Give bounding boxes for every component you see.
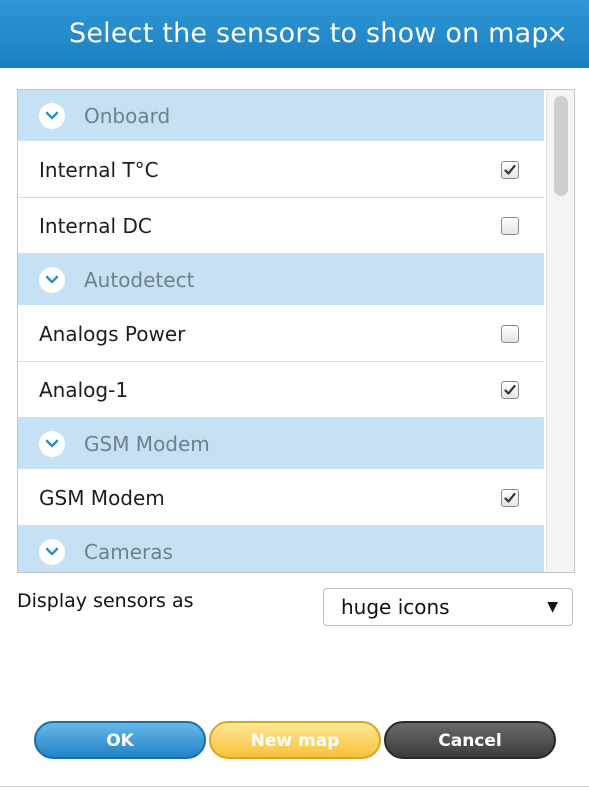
group-label: Autodetect xyxy=(84,267,195,292)
display-mode-select[interactable]: huge icons ▼ xyxy=(323,588,573,626)
display-mode-value: huge icons xyxy=(341,595,450,619)
sensor-row[interactable]: GSM Modem xyxy=(18,470,544,526)
sensor-select-dialog: Select the sensors to show on map × Onbo… xyxy=(0,0,589,790)
sensor-label: GSM Modem xyxy=(39,485,165,510)
ok-button[interactable]: OK xyxy=(34,721,206,759)
sensor-label: Internal DC xyxy=(39,213,152,238)
dialog-header: Select the sensors to show on map × xyxy=(0,0,589,68)
sensor-row[interactable]: Analog-1 xyxy=(18,362,544,418)
checkmark-icon xyxy=(504,164,516,175)
checkmark-icon xyxy=(504,492,516,503)
sensor-label: Internal T°C xyxy=(39,157,159,182)
vertical-scrollbar[interactable] xyxy=(546,90,574,572)
dropdown-arrow-icon: ▼ xyxy=(547,599,558,615)
checkmark-icon xyxy=(504,384,516,395)
sensor-checkbox-checked[interactable] xyxy=(501,380,519,399)
sensor-checkbox-checked[interactable] xyxy=(501,488,519,507)
sensor-label: Analogs Power xyxy=(39,321,186,346)
sensor-row[interactable]: Internal DC xyxy=(18,198,544,254)
group-row[interactable]: GSM Modem xyxy=(18,418,544,470)
sensor-list-content: Onboard Internal T°C Internal DC Autodetect… xyxy=(18,90,544,572)
chevron-down-circle-icon[interactable] xyxy=(39,538,65,565)
chevron-down-circle-icon[interactable] xyxy=(39,266,65,293)
sensor-row[interactable]: Analogs Power xyxy=(18,306,544,362)
chevron-down-circle-icon[interactable] xyxy=(39,102,65,129)
sensor-label: Analog-1 xyxy=(39,377,129,402)
bottom-divider xyxy=(0,786,589,787)
sensor-list[interactable]: Onboard Internal T°C Internal DC Autodetect… xyxy=(17,89,575,573)
sensor-row[interactable]: Internal T°C xyxy=(18,142,544,198)
chevron-down-circle-icon[interactable] xyxy=(39,430,65,457)
group-row[interactable]: Autodetect xyxy=(18,254,544,306)
new-map-button[interactable]: New map xyxy=(209,721,381,759)
cancel-button[interactable]: Cancel xyxy=(384,721,556,759)
group-row[interactable]: Onboard xyxy=(18,90,544,142)
dialog-title: Select the sensors to show on map xyxy=(69,18,549,49)
group-label: GSM Modem xyxy=(84,431,210,456)
sensor-checkbox[interactable] xyxy=(501,324,519,343)
sensor-checkbox-checked[interactable] xyxy=(501,160,519,179)
close-icon[interactable]: × xyxy=(543,0,571,68)
sensor-checkbox[interactable] xyxy=(501,216,519,235)
scrollbar-thumb[interactable] xyxy=(554,96,568,196)
group-row[interactable]: Cameras xyxy=(18,526,544,572)
display-sensors-label: Display sensors as xyxy=(17,590,194,612)
group-label: Onboard xyxy=(84,103,171,128)
group-label: Cameras xyxy=(84,539,173,564)
